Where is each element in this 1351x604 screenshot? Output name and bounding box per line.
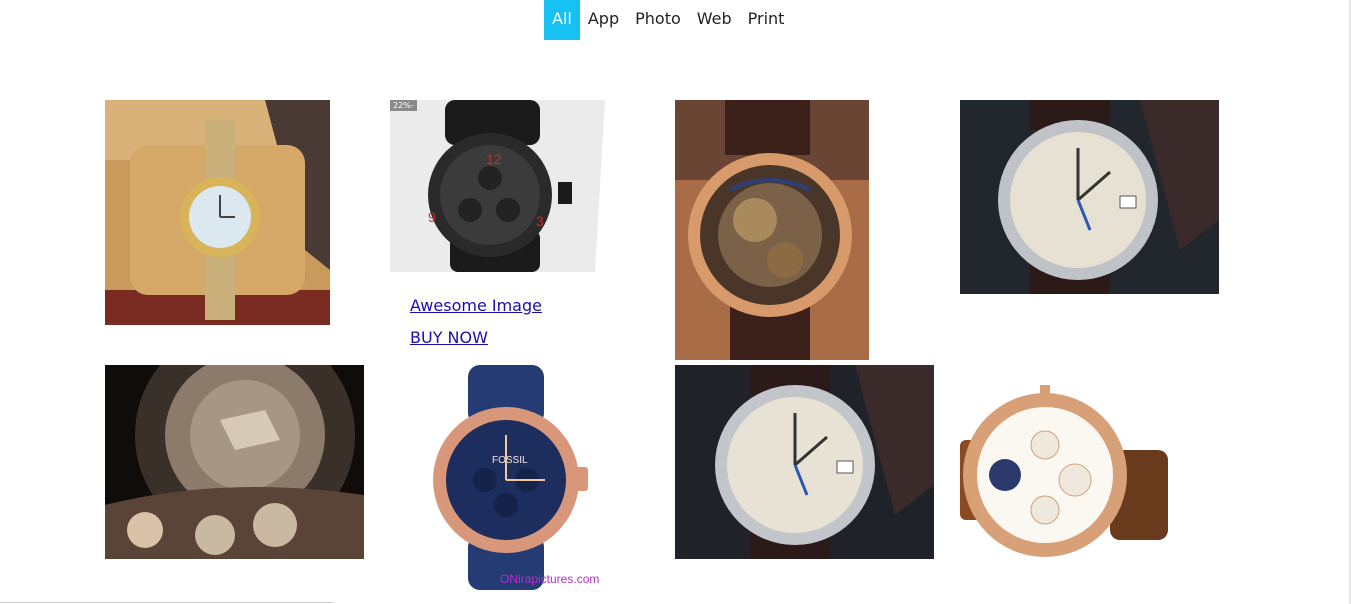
awesome-image-link[interactable]: Awesome Image [410,290,542,322]
gallery-image-5[interactable] [105,365,364,559]
watch-photo-5 [105,365,364,559]
gallery-image-3[interactable] [675,100,869,360]
svg-text:9: 9 [428,209,436,225]
watch-photo-4 [960,100,1219,294]
filter-web[interactable]: Web [689,0,740,40]
watch-photo-2: 12 9 3 [390,100,605,272]
discount-badge: 22%- [390,100,417,111]
gallery-image-7[interactable] [675,365,934,559]
svg-text:3: 3 [536,213,544,229]
watch-photo-8 [960,380,1168,570]
filter-app[interactable]: App [580,0,627,40]
watch-photo-6: FOSSIL [420,365,620,590]
bottom-divider [0,602,333,603]
svg-text:12: 12 [486,151,502,167]
portfolio-filter-bar: All App Photo Web Print [544,0,792,40]
filter-all[interactable]: All [544,0,580,40]
buy-now-link[interactable]: BUY NOW [410,322,542,354]
watch-photo-7 [675,365,934,559]
image-watermark: ONirapictures.com [500,572,600,586]
gallery-image-2[interactable]: 12 9 3 22%- [390,100,605,272]
image-overlay-links: Awesome Image BUY NOW [410,290,542,354]
filter-photo[interactable]: Photo [627,0,689,40]
watch-photo-3 [675,100,869,360]
gallery-image-8[interactable] [960,380,1168,570]
watch-photo-1 [105,100,330,325]
gallery-image-1[interactable] [105,100,330,325]
filter-print[interactable]: Print [740,0,793,40]
svg-text:FOSSIL: FOSSIL [492,455,528,466]
gallery-image-6[interactable]: FOSSIL [420,365,620,590]
gallery-image-4[interactable] [960,100,1219,294]
